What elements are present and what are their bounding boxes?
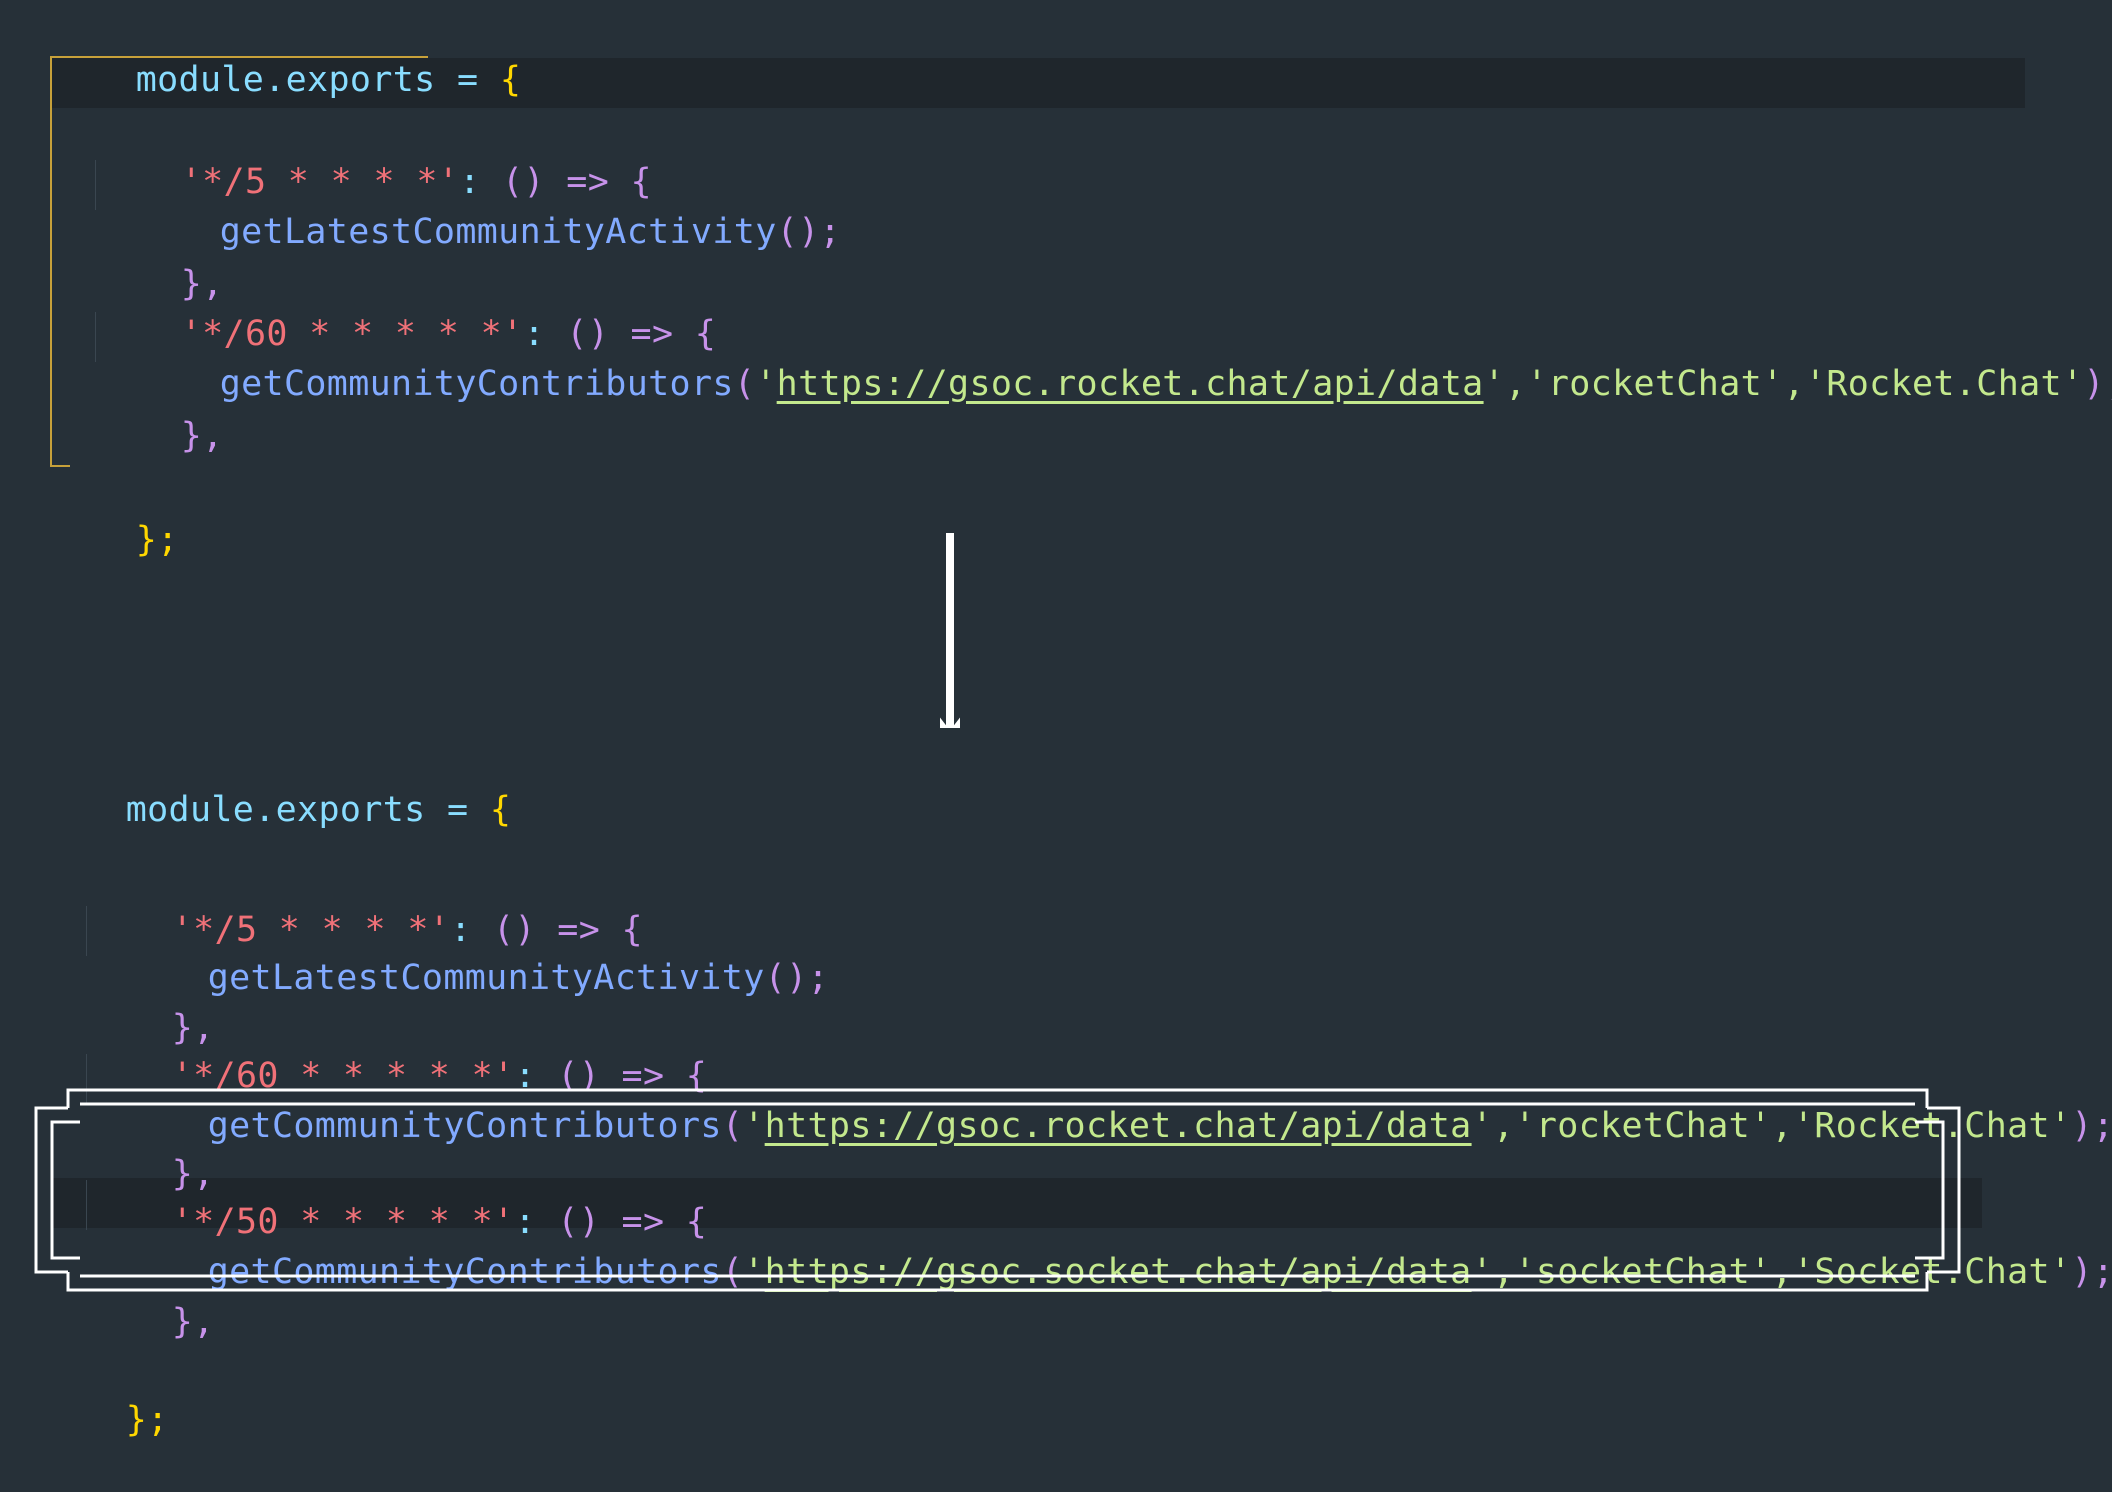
editor-before: module.exports = { '*/5 * * * *': () => …: [0, 0, 2112, 560]
token-module: module: [135, 60, 265, 100]
bracket-guide-bottom: [50, 465, 70, 467]
token-module: module: [125, 790, 255, 830]
token-exports: exports: [275, 790, 426, 830]
token-url-link[interactable]: https://gsoc.rocket.chat/api/data: [777, 364, 1484, 404]
code-line-5[interactable]: },: [86, 956, 215, 1048]
token-function: getLatestCommunityActivity: [207, 958, 765, 998]
token-quote: ': [1483, 364, 1505, 404]
token-open-brace: {: [489, 790, 512, 830]
token-paren: (: [733, 364, 756, 404]
token-quote: ': [755, 364, 777, 404]
code-line-7[interactable]: getCommunityContributors('https://gsoc.r…: [134, 312, 2112, 404]
token-paren-end: );: [2071, 1106, 2112, 1146]
token-paren-end: );: [2083, 364, 2112, 404]
token-dot: .: [264, 60, 286, 100]
code-line-3[interactable]: '*/5 * * * *': () => {: [95, 110, 652, 202]
arrow-down-icon: [940, 533, 960, 741]
token-function: getLatestCommunityActivity: [219, 212, 777, 252]
code-line-10[interactable]: };: [50, 468, 179, 560]
token-paren-end: );: [2071, 1252, 2112, 1292]
token-call: ();: [764, 958, 829, 998]
code-line-4[interactable]: getLatestCommunityActivity();: [134, 160, 841, 252]
token-close-brace: };: [135, 520, 179, 560]
editor-after: module.exports = { '*/5 * * * *': () => …: [0, 728, 2112, 1440]
token-function: getCommunityContributors: [219, 364, 734, 404]
code-line-6[interactable]: '*/60 * * * * *': () => {: [86, 1004, 707, 1096]
token-equals: =: [435, 60, 500, 100]
code-line-8[interactable]: },: [95, 364, 224, 456]
token-dot: .: [254, 790, 276, 830]
token-open-brace: {: [499, 60, 522, 100]
code-line-3[interactable]: '*/5 * * * *': () => {: [86, 858, 643, 950]
highlight-frame: [34, 1088, 1961, 1292]
token-exports: exports: [285, 60, 436, 100]
token-close: },: [171, 1302, 215, 1342]
token-equals: =: [425, 790, 490, 830]
code-line-5[interactable]: },: [95, 212, 224, 304]
code-line-4[interactable]: getLatestCommunityActivity();: [122, 906, 829, 998]
code-line-6[interactable]: '*/60 * * * * *': () => {: [95, 262, 716, 354]
token-string: ,'rocketChat': [1505, 364, 1784, 404]
token-call: ();: [776, 212, 841, 252]
token-close-brace: };: [125, 1400, 169, 1440]
token-close: },: [180, 416, 224, 456]
code-line-1[interactable]: module.exports = {: [40, 738, 511, 830]
code-line-1[interactable]: module.exports = {: [50, 8, 521, 100]
token-string: ,'Rocket.Chat': [1783, 364, 2084, 404]
code-line-13[interactable]: };: [40, 1348, 169, 1440]
